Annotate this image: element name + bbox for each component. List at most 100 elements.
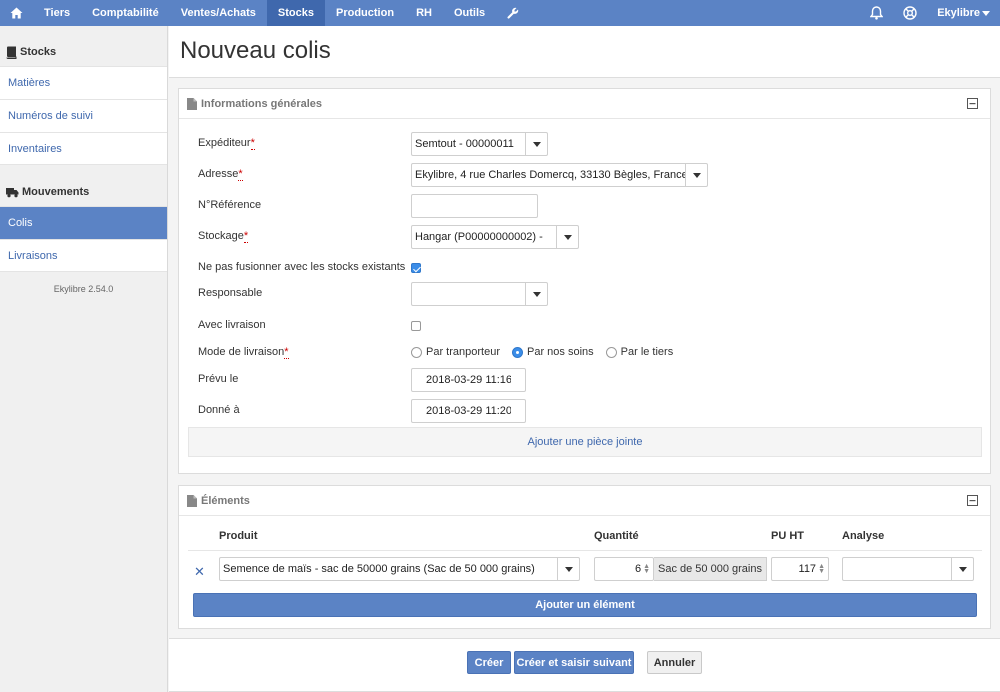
- storage-row: Stockage* Hangar (P00000000002) -: [179, 225, 990, 249]
- sidebar-section-stocks: Stocks: [0, 38, 167, 66]
- product-value: Semence de maïs - sac de 50000 grains (S…: [223, 563, 535, 575]
- sidebar-item-numeros-de-suivi[interactable]: Numéros de suivi: [0, 99, 167, 132]
- quantity-value: 6: [634, 563, 642, 575]
- radio-label: Par nos soins: [526, 346, 594, 358]
- home-button[interactable]: [0, 0, 33, 26]
- unit-price-input[interactable]: 117 ▲ ▼: [771, 557, 829, 581]
- wrench-icon: [507, 7, 519, 19]
- delivery-mode-radios: Par tranporteur Par nos soins Par le tie…: [411, 346, 685, 358]
- delivery-option-carrier[interactable]: Par tranporteur: [411, 346, 500, 358]
- radio-button[interactable]: [511, 346, 523, 358]
- stepper-icon[interactable]: ▲ ▼: [818, 563, 825, 575]
- column-header-analysis: Analyse: [842, 530, 885, 542]
- nav-tiers[interactable]: Tiers: [33, 0, 81, 26]
- sender-select[interactable]: Semtout - 00000011: [411, 132, 548, 156]
- given-at-label: Donné à: [198, 404, 240, 416]
- notifications-button[interactable]: [860, 0, 893, 26]
- column-header-product: Produit: [219, 530, 258, 542]
- reference-input[interactable]: [411, 194, 538, 218]
- quantity-group: 6 ▲ ▼ Sac de 50 000 grains: [594, 557, 767, 581]
- radio-button[interactable]: [605, 346, 617, 358]
- user-name: Ekylibre: [937, 7, 980, 19]
- sidebar-section-mouvements: Mouvements: [0, 178, 167, 206]
- required-marker: *: [250, 137, 255, 150]
- caret-down-icon: [982, 10, 990, 16]
- document-icon: [187, 494, 197, 507]
- caret-down-icon: [557, 558, 579, 580]
- responsible-select[interactable]: [411, 282, 548, 306]
- planned-at-label: Prévu le: [198, 373, 239, 385]
- sidebar-item-inventaires[interactable]: Inventaires: [0, 132, 167, 165]
- sender-row: Expéditeur* Semtout - 00000011: [179, 132, 990, 156]
- cancel-button[interactable]: Annuler: [647, 651, 702, 674]
- page-title: Nouveau colis: [169, 26, 1000, 78]
- with-delivery-checkbox[interactable]: [411, 321, 421, 331]
- required-marker: *: [284, 346, 289, 359]
- sidebar-item-livraisons[interactable]: Livraisons: [0, 239, 167, 272]
- sidebar-item-colis[interactable]: Colis: [0, 206, 167, 239]
- create-button[interactable]: Créer: [467, 651, 511, 674]
- nav-ventes-achats[interactable]: Ventes/Achats: [170, 0, 267, 26]
- main-content: Nouveau colis Informations générales Exp…: [169, 26, 1000, 692]
- collapse-icon[interactable]: [967, 98, 978, 109]
- quantity-input[interactable]: 6 ▲ ▼: [594, 557, 654, 581]
- reference-row: N°Référence: [179, 194, 990, 218]
- radio-label: Par tranporteur: [426, 346, 500, 358]
- address-value: Ekylibre, 4 rue Charles Domercq, 33130 B…: [415, 169, 685, 181]
- address-row: Adresse* Ekylibre, 4 rue Charles Domercq…: [179, 163, 990, 187]
- address-label: Adresse: [198, 168, 239, 180]
- responsible-row: Responsable: [179, 282, 990, 306]
- with-delivery-row: Avec livraison: [179, 314, 990, 338]
- caret-down-icon: [525, 133, 547, 155]
- sidebar-section-label: Stocks: [20, 46, 57, 58]
- collapse-icon[interactable]: [967, 495, 978, 506]
- address-select[interactable]: Ekylibre, 4 rue Charles Domercq, 33130 B…: [411, 163, 708, 187]
- radio-label: Par le tiers: [620, 346, 674, 358]
- no-merge-checkbox[interactable]: [411, 263, 421, 273]
- required-marker: *: [243, 230, 249, 243]
- nav-comptabilite[interactable]: Comptabilité: [81, 0, 170, 26]
- given-at-row: Donné à: [179, 399, 990, 423]
- sidebar-section-label: Mouvements: [22, 186, 90, 198]
- top-navbar: Tiers Comptabilité Ventes/Achats Stocks …: [0, 0, 1000, 26]
- truck-icon: [6, 187, 19, 198]
- panel-header: Informations générales: [179, 89, 990, 119]
- sidebar-item-matieres[interactable]: Matières: [0, 66, 167, 99]
- user-menu[interactable]: Ekylibre: [927, 0, 1000, 26]
- product-select[interactable]: Semence de maïs - sac de 50000 grains (S…: [219, 557, 580, 581]
- nav-production[interactable]: Production: [325, 0, 405, 26]
- storage-label: Stockage: [198, 230, 244, 242]
- storage-value: Hangar (P00000000002) -: [415, 231, 543, 243]
- analysis-select[interactable]: [842, 557, 974, 581]
- home-icon: [10, 7, 23, 19]
- stepper-icon[interactable]: ▲ ▼: [643, 563, 650, 575]
- nav-rh[interactable]: RH: [405, 0, 443, 26]
- delivery-mode-label: Mode de livraison: [198, 346, 285, 358]
- nav-stocks[interactable]: Stocks: [266, 0, 325, 26]
- planned-at-input[interactable]: [411, 368, 526, 392]
- add-attachment-link[interactable]: Ajouter une pièce jointe: [188, 427, 982, 457]
- sender-label: Expéditeur: [198, 137, 251, 149]
- given-at-input[interactable]: [411, 399, 526, 423]
- storage-select[interactable]: Hangar (P00000000002) -: [411, 225, 579, 249]
- no-merge-label: Ne pas fusionner avec les stocks existan…: [198, 261, 406, 273]
- delivery-mode-row: Mode de livraison* Par tranporteur Par n…: [179, 341, 990, 365]
- tools-button[interactable]: [496, 0, 530, 26]
- create-and-next-button[interactable]: Créer et saisir suivant: [514, 651, 634, 674]
- planned-at-row: Prévu le: [179, 368, 990, 392]
- general-info-panel: Informations générales Expéditeur* Semto…: [178, 88, 991, 474]
- radio-button[interactable]: [411, 346, 422, 358]
- unit-price-value: 117: [798, 563, 817, 575]
- add-element-button[interactable]: Ajouter un élément: [193, 593, 977, 617]
- divider: [188, 550, 982, 551]
- help-button[interactable]: [893, 0, 927, 26]
- delivery-option-ourselves[interactable]: Par nos soins: [511, 346, 594, 358]
- delivery-option-third-party[interactable]: Par le tiers: [605, 346, 674, 358]
- remove-row-icon[interactable]: ✕: [194, 564, 205, 580]
- app-version: Ekylibre 2.54.0: [53, 284, 114, 294]
- required-marker: *: [238, 168, 243, 181]
- no-merge-row: Ne pas fusionner avec les stocks existan…: [179, 256, 990, 280]
- column-header-quantity: Quantité: [594, 530, 639, 542]
- panel-title: Informations générales: [201, 97, 323, 110]
- nav-outils[interactable]: Outils: [443, 0, 496, 26]
